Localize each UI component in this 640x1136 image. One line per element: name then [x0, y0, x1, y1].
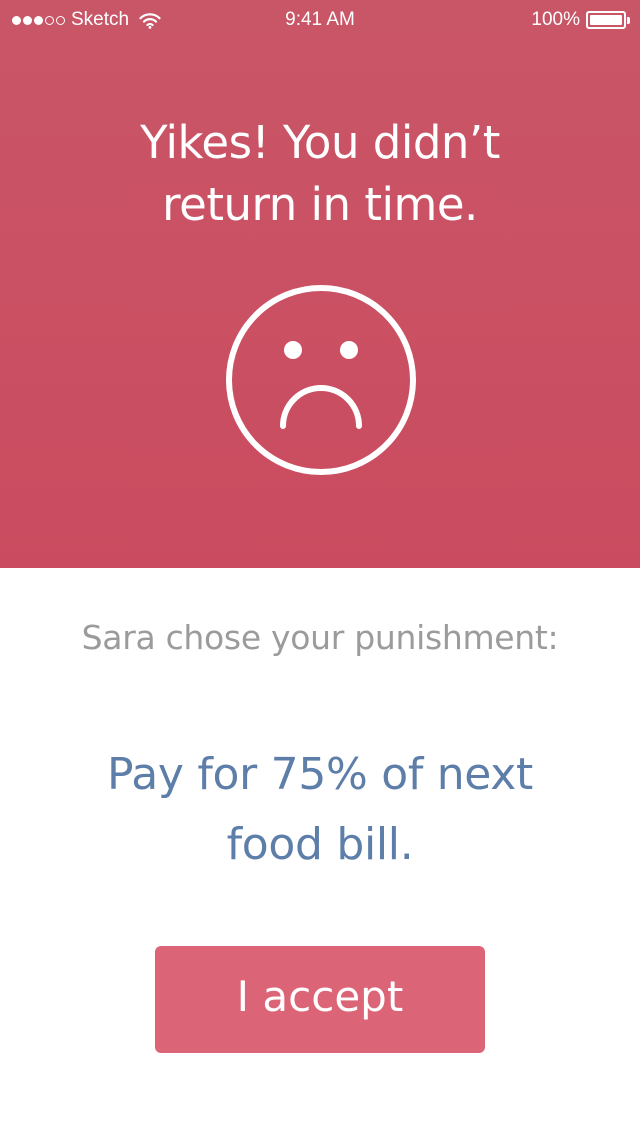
punishment-line1: Pay for 75% of next	[107, 749, 533, 800]
punishment-text: Pay for 75% of next food bill.	[40, 740, 600, 880]
hero-panel: Sketch 9:41 AM 100% Yikes! You didn’t re…	[0, 0, 640, 568]
frown-mouth	[280, 385, 362, 429]
accept-button[interactable]: I accept	[155, 946, 485, 1053]
punishment-intro: Sara chose your punishment:	[81, 618, 559, 657]
sad-face-icon	[226, 285, 416, 475]
battery-tip	[627, 16, 630, 24]
screen: Sketch 9:41 AM 100% Yikes! You didn’t re…	[0, 0, 640, 1136]
hero-title: Yikes! You didn’t return in time.	[60, 112, 580, 236]
battery-percent: 100%	[531, 9, 580, 30]
status-bar: Sketch 9:41 AM 100%	[0, 0, 640, 40]
right-eye	[340, 341, 358, 359]
battery-body	[586, 11, 626, 29]
hero-title-line2: return in time.	[162, 178, 478, 231]
battery-fill	[590, 15, 622, 25]
left-eye	[284, 341, 302, 359]
punishment-line2: food bill.	[226, 819, 414, 870]
battery-icon	[586, 11, 630, 29]
hero-title-line1: Yikes! You didn’t	[140, 116, 500, 169]
face-outline	[226, 285, 416, 475]
status-right: 100%	[531, 9, 630, 31]
